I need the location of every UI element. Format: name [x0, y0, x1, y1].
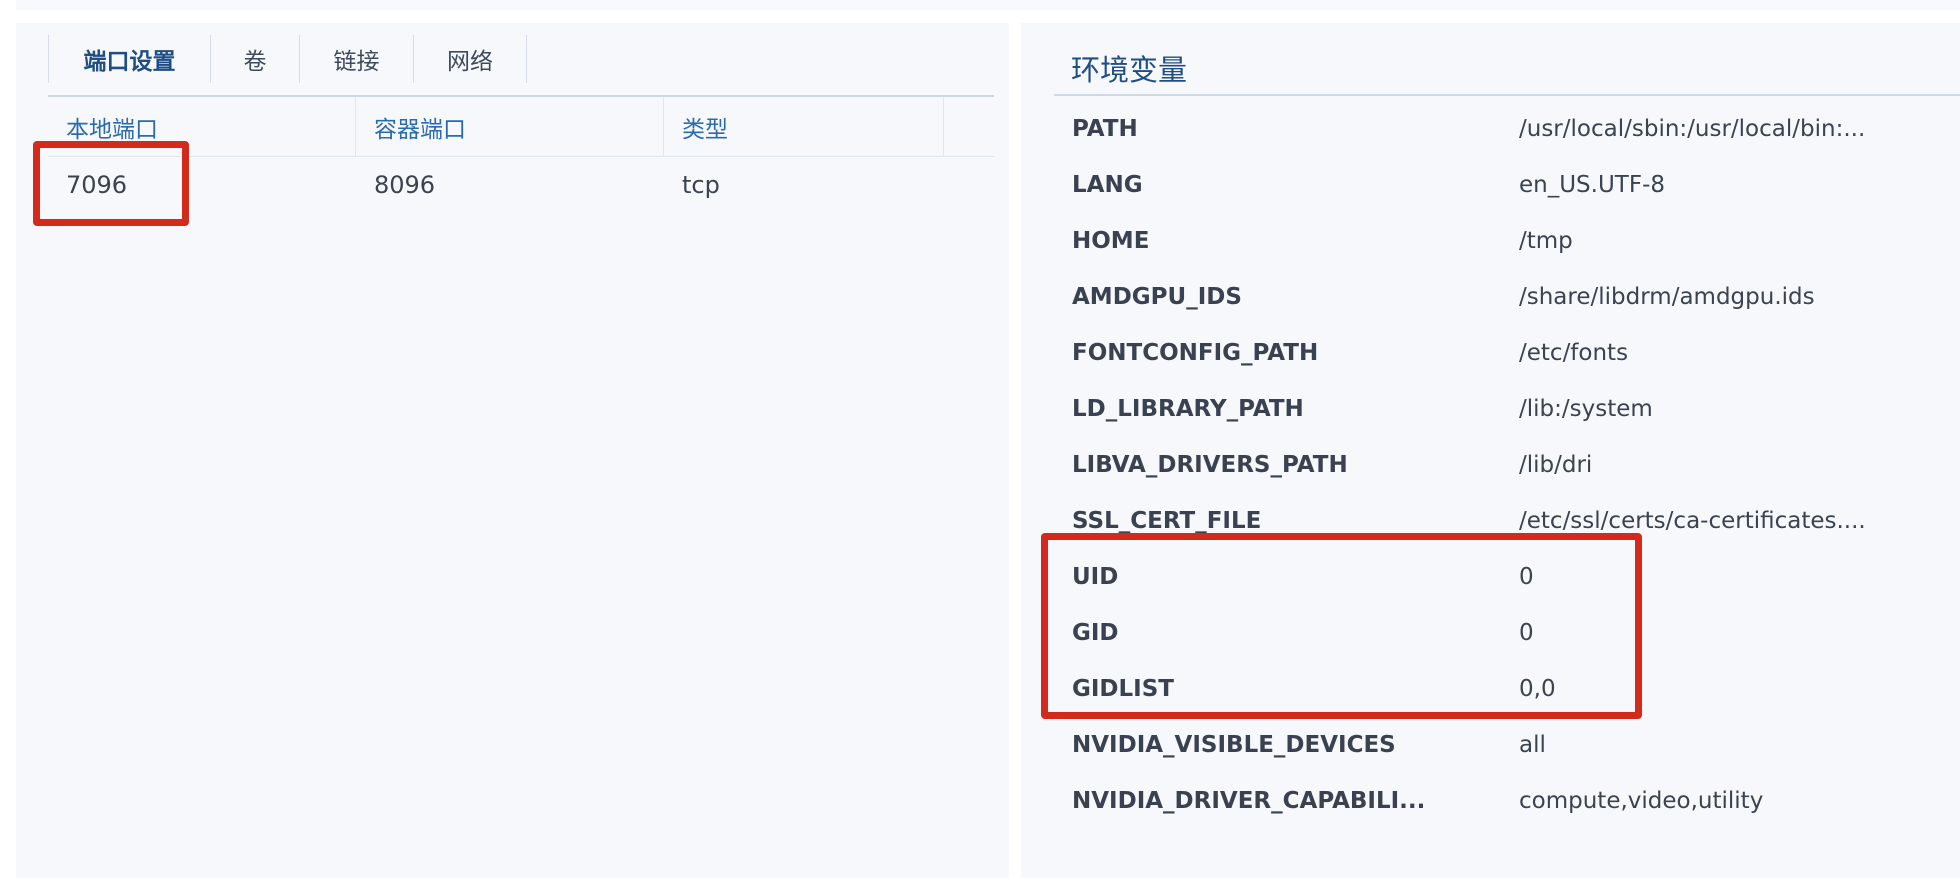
- env-row-nvidia-driver-capabilities: NVIDIA_DRIVER_CAPABILI... compute,video,…: [1072, 773, 1952, 829]
- env-row-lang: LANG en_US.UTF-8: [1072, 157, 1952, 213]
- env-row-path: PATH /usr/local/sbin:/usr/local/bin:...: [1072, 101, 1952, 157]
- env-value: /share/libdrm/amdgpu.ids: [1519, 284, 1815, 310]
- env-row-ld-library-path: LD_LIBRARY_PATH /lib:/system: [1072, 381, 1952, 437]
- env-variable-list: PATH /usr/local/sbin:/usr/local/bin:... …: [1072, 101, 1952, 829]
- env-key: LANG: [1072, 172, 1143, 198]
- env-panel: 环境变量 PATH /usr/local/sbin:/usr/local/bin…: [1021, 23, 1960, 878]
- env-value: /etc/ssl/certs/ca-certificates....: [1519, 508, 1866, 534]
- env-key: LD_LIBRARY_PATH: [1072, 396, 1304, 422]
- top-strip: [16, 0, 1960, 10]
- env-value: /etc/fonts: [1519, 340, 1629, 366]
- env-row-nvidia-visible-devices: NVIDIA_VISIBLE_DEVICES all: [1072, 717, 1952, 773]
- env-key: HOME: [1072, 228, 1150, 254]
- column-type[interactable]: 类型: [664, 97, 944, 157]
- tab-port-settings[interactable]: 端口设置: [48, 35, 210, 83]
- env-row-fontconfig-path: FONTCONFIG_PATH /etc/fonts: [1072, 325, 1952, 381]
- env-value: all: [1519, 732, 1546, 758]
- highlight-box-uid-gid: [1041, 533, 1642, 719]
- env-key: PATH: [1072, 116, 1138, 142]
- type-cell: tcp: [682, 171, 720, 199]
- env-value: compute,video,utility: [1519, 788, 1764, 814]
- tab-volumes[interactable]: 卷: [210, 35, 299, 83]
- tab-network[interactable]: 网络: [413, 35, 527, 83]
- env-value: /lib:/system: [1519, 396, 1653, 422]
- env-value: /usr/local/sbin:/usr/local/bin:...: [1519, 116, 1866, 142]
- env-key: NVIDIA_DRIVER_CAPABILI...: [1072, 788, 1426, 814]
- env-row-amdgpu-ids: AMDGPU_IDS /share/libdrm/amdgpu.ids: [1072, 269, 1952, 325]
- container-port-cell: 8096: [374, 171, 436, 199]
- env-title-divider: [1054, 94, 1960, 96]
- env-key: SSL_CERT_FILE: [1072, 508, 1262, 534]
- port-table-header: 本地端口 容器端口 类型: [48, 97, 994, 157]
- env-panel-title: 环境变量: [1071, 53, 1188, 87]
- env-value: /tmp: [1519, 228, 1573, 254]
- env-value: en_US.UTF-8: [1519, 172, 1666, 198]
- port-table: 本地端口 容器端口 类型 7096 8096 tcp: [48, 97, 994, 213]
- env-row-home: HOME /tmp: [1072, 213, 1952, 269]
- env-key: LIBVA_DRIVERS_PATH: [1072, 452, 1348, 478]
- env-key: AMDGPU_IDS: [1072, 284, 1242, 310]
- env-key: FONTCONFIG_PATH: [1072, 340, 1319, 366]
- env-key: NVIDIA_VISIBLE_DEVICES: [1072, 732, 1396, 758]
- table-row[interactable]: 7096 8096 tcp: [48, 157, 994, 213]
- tab-links[interactable]: 链接: [299, 35, 413, 83]
- env-value: /lib/dri: [1519, 452, 1593, 478]
- highlight-box-local-port: [33, 141, 189, 226]
- env-row-libva-drivers-path: LIBVA_DRIVERS_PATH /lib/dri: [1072, 437, 1952, 493]
- tab-bar: 端口设置 卷 链接 网络: [48, 35, 527, 83]
- column-container-port[interactable]: 容器端口: [356, 97, 664, 157]
